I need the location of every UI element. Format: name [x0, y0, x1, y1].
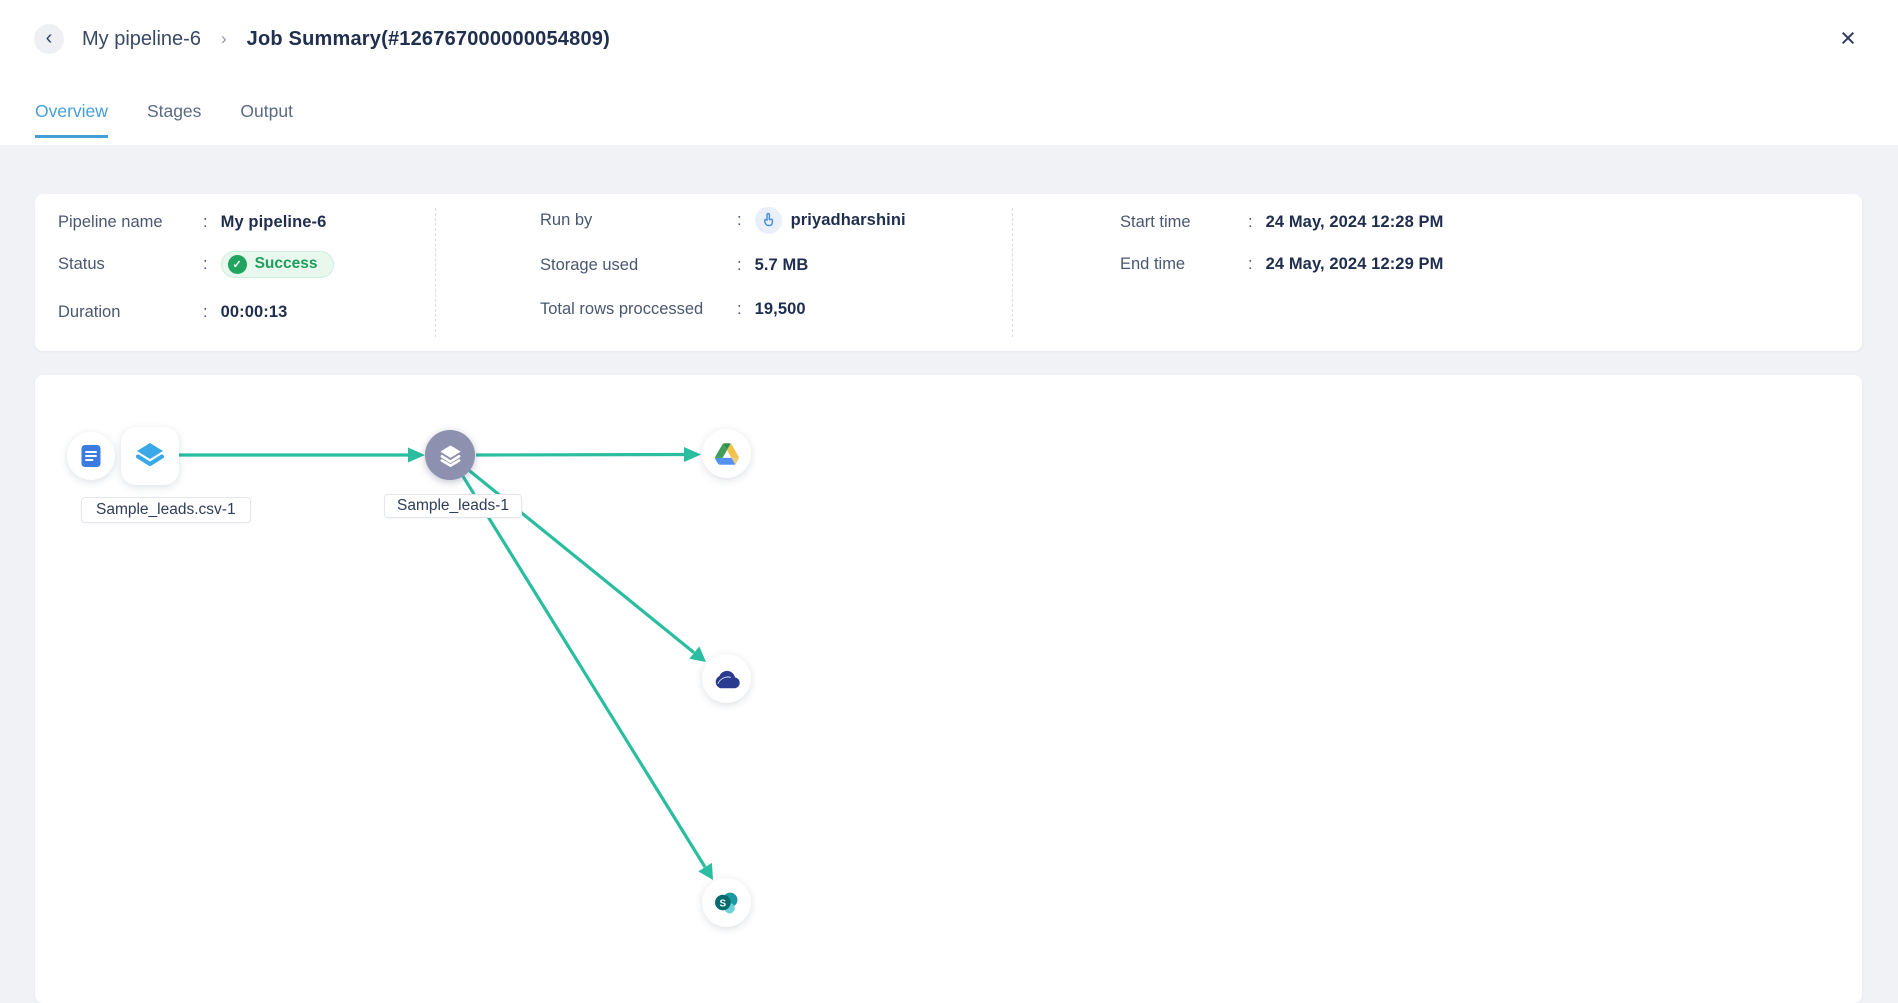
google-drive-icon: [714, 442, 739, 465]
close-icon: ×: [1840, 22, 1856, 53]
tab-bar: Overview Stages Output: [35, 101, 293, 138]
user-hand-pointer-icon: [754, 206, 782, 234]
pipeline-name-row: Pipeline name : My pipeline-6: [58, 208, 326, 236]
layers-white-icon: [439, 444, 461, 467]
run-by-value: priyadharshini: [790, 210, 906, 229]
status-row: Status : ✓ Success: [58, 250, 334, 278]
start-time-value: 24 May, 2024 12:28 PM: [1265, 212, 1444, 231]
close-button[interactable]: ×: [1830, 20, 1866, 56]
edge-transform-to-drive: [475, 452, 685, 457]
page-title: Job Summary(#126767000000054809): [246, 27, 610, 50]
pipeline-canvas[interactable]: Sample_leads.csv-1 Sample_leads-1 S: [35, 375, 1862, 1003]
back-button[interactable]: ‹: [34, 24, 64, 54]
svg-text:S: S: [720, 898, 727, 909]
sharepoint-icon: S: [715, 892, 738, 914]
back-chevron-icon: ‹: [45, 27, 53, 49]
breadcrumb: ‹ My pipeline-6 › Job Summary(#126767000…: [34, 24, 610, 54]
end-time-value: 24 May, 2024 12:29 PM: [1265, 254, 1444, 273]
breadcrumb-parent[interactable]: My pipeline-6: [82, 28, 201, 51]
run-by-label: Run by: [540, 210, 593, 229]
storage-row: Storage used : 5.7 MB: [540, 251, 808, 279]
header: ‹ My pipeline-6 › Job Summary(#126767000…: [0, 0, 1898, 145]
storage-used-value: 5.7 MB: [754, 255, 809, 274]
arrowhead-icon: [408, 447, 425, 463]
arrowhead-icon: [689, 646, 706, 662]
colon: :: [1248, 254, 1253, 273]
colon: :: [737, 210, 742, 229]
node-google-drive[interactable]: [702, 429, 751, 478]
node-csv-file[interactable]: [67, 432, 115, 480]
file-document-icon: [81, 445, 101, 467]
colon: :: [737, 255, 742, 274]
end-time-row: End time : 24 May, 2024 12:29 PM: [1120, 250, 1444, 278]
column-divider: [435, 208, 436, 337]
storage-used-label: Storage used: [540, 255, 639, 274]
status-value: Success: [254, 255, 318, 272]
job-summary-card: Pipeline name : My pipeline-6 Status : ✓…: [35, 194, 1862, 351]
colon: :: [1248, 212, 1253, 231]
node-transform-dataset[interactable]: [425, 430, 475, 480]
tab-stages[interactable]: Stages: [147, 101, 201, 138]
job-summary-page: ‹ My pipeline-6 › Job Summary(#126767000…: [0, 0, 1898, 1003]
column-divider: [1012, 208, 1013, 337]
node-onedrive[interactable]: [702, 654, 751, 703]
node-label-transform[interactable]: Sample_leads-1: [384, 494, 523, 518]
start-time-row: Start time : 24 May, 2024 12:28 PM: [1120, 208, 1444, 236]
run-by-row: Run by : priyadharshini: [540, 206, 906, 234]
colon: :: [203, 254, 208, 273]
end-time-label: End time: [1120, 254, 1186, 273]
colon: :: [737, 299, 742, 318]
onedrive-cloud-icon: [715, 670, 740, 688]
node-source-dataset[interactable]: [121, 427, 179, 485]
duration-row: Duration : 00:00:13: [58, 298, 287, 326]
pipeline-edges: [179, 447, 713, 880]
total-rows-row: Total rows proccessed : 19,500: [540, 295, 806, 323]
layers-blue-icon: [135, 443, 165, 467]
total-rows-label: Total rows proccessed: [540, 299, 704, 318]
colon: :: [203, 302, 208, 321]
node-label-source[interactable]: Sample_leads.csv-1: [81, 497, 251, 523]
edge-transform-to-sharepoint: [461, 475, 707, 868]
pipeline-name-label: Pipeline name: [58, 212, 163, 231]
breadcrumb-separator-icon: ›: [220, 29, 227, 48]
check-circle-icon: ✓: [227, 254, 247, 274]
node-sharepoint[interactable]: S: [702, 878, 751, 927]
colon: :: [203, 212, 208, 231]
pipeline-name-value: My pipeline-6: [220, 212, 327, 231]
total-rows-value: 19,500: [754, 299, 806, 318]
arrowhead-icon: [684, 447, 701, 462]
duration-label: Duration: [58, 302, 121, 321]
status-badge: ✓ Success: [220, 250, 334, 278]
tab-output[interactable]: Output: [240, 101, 293, 138]
status-label: Status: [58, 254, 105, 273]
tab-overview[interactable]: Overview: [35, 101, 108, 138]
start-time-label: Start time: [1120, 212, 1191, 231]
duration-value: 00:00:13: [220, 302, 288, 321]
